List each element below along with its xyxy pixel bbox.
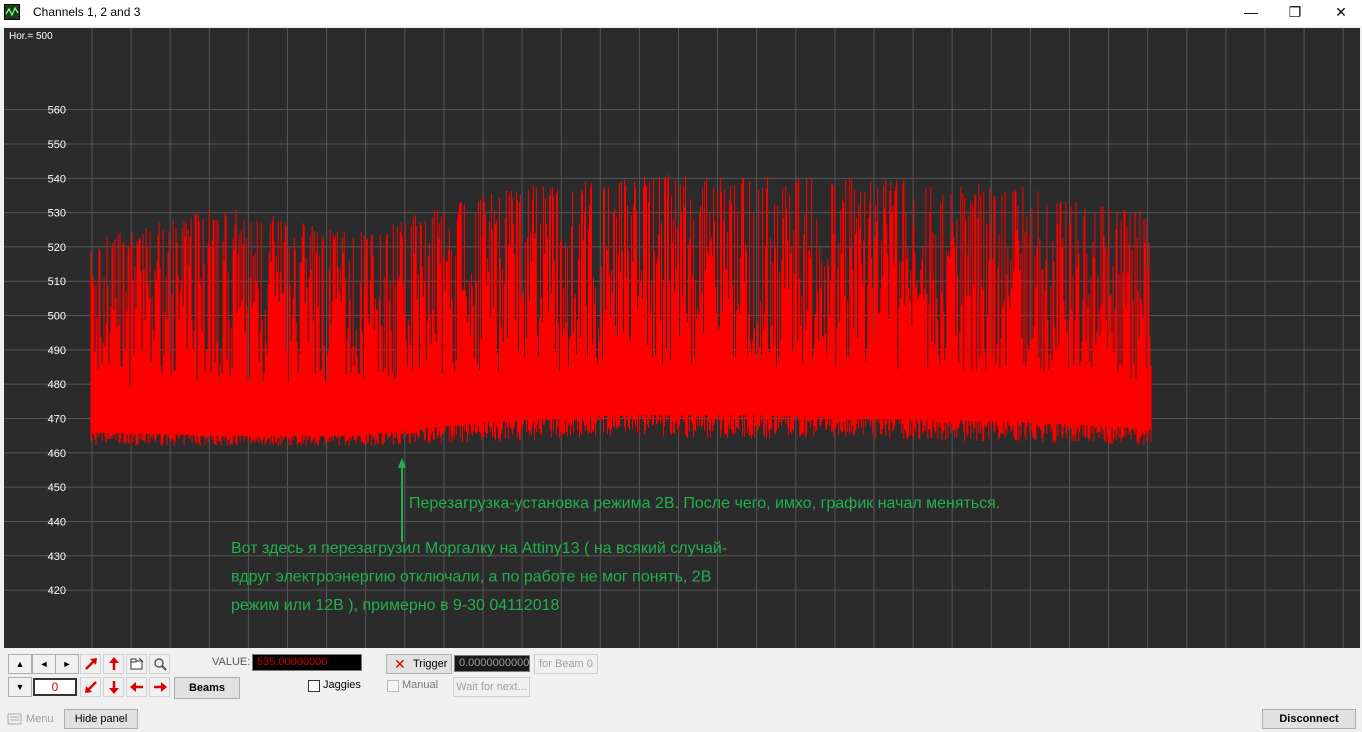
y-tick-label: 440	[48, 516, 66, 528]
zoom-icon[interactable]	[149, 654, 170, 674]
horizontal-scale-label: Hor.= 500	[9, 31, 53, 42]
for-beam-button[interactable]: for Beam 0	[534, 654, 598, 674]
maximize-button[interactable]: ❐	[1272, 0, 1318, 26]
jaggies-label: Jaggies	[323, 679, 361, 691]
trigger-value-field[interactable]: 0.0000000000	[454, 655, 530, 672]
wait-for-next-button[interactable]: Wait for next...	[453, 677, 530, 697]
manual-checkbox[interactable]	[387, 680, 399, 692]
scroll-up-button[interactable]: ▲	[8, 654, 32, 674]
arrow-right-icon[interactable]	[149, 677, 170, 697]
value-label: VALUE:	[212, 656, 251, 668]
scroll-left-button[interactable]: ◄	[32, 654, 56, 674]
menu-icon	[7, 713, 22, 725]
control-panel: ▲ ▼ ◄ ► 0 Beams VALUE: 535.00000000 Jagg…	[0, 650, 1362, 706]
value-field[interactable]: 535.00000000	[252, 654, 362, 671]
menu-label: Menu	[26, 713, 54, 725]
trigger-label: Trigger	[413, 658, 448, 670]
y-tick-label: 500	[48, 311, 66, 323]
scroll-down-button[interactable]: ▼	[8, 677, 32, 697]
app-icon	[4, 4, 20, 20]
y-tick-label: 510	[48, 276, 66, 288]
x-icon: ✕	[394, 656, 406, 672]
jaggies-checkbox[interactable]	[308, 680, 320, 692]
arrow-up-right-icon[interactable]	[80, 654, 101, 674]
arrow-up-icon[interactable]	[103, 654, 124, 674]
manual-label: Manual	[402, 679, 439, 691]
title-bar: Channels 1, 2 and 3 — ❐ ✕	[0, 0, 1362, 26]
plot-canvas: 560 550 540 530 520 510 500 490 480 470 460 450 440 4…	[4, 28, 1360, 648]
y-tick-label: 480	[48, 379, 66, 391]
beam-number-field[interactable]: 0	[33, 678, 77, 696]
annotation-text-reboot-line: вдруг электроэнергию отключали, а по раб…	[231, 569, 711, 586]
scroll-right-button[interactable]: ►	[55, 654, 79, 674]
arrow-down-icon[interactable]	[103, 677, 124, 697]
oscilloscope-plot[interactable]: 560 550 540 530 520 510 500 490 480 470 460 450 440 4…	[4, 28, 1360, 648]
annotation-text-reboot-line: Вот здесь я перезагрузил Моргалку на Att…	[231, 540, 727, 557]
arrow-left-icon[interactable]	[126, 677, 147, 697]
y-tick-label: 560	[48, 105, 66, 117]
close-button[interactable]: ✕	[1318, 0, 1362, 26]
annotation-text-reset: Перезагрузка-установка режима 2В. После …	[409, 495, 1000, 512]
y-tick-label: 550	[48, 139, 66, 151]
annotation-text-reboot-line: режим или 12В ), примерно в 9-30 0411201…	[231, 597, 559, 614]
y-tick-label: 460	[48, 448, 66, 460]
disconnect-button[interactable]: Disconnect	[1262, 709, 1356, 729]
status-bar: Menu Hide panel Disconnect	[0, 706, 1362, 732]
minimize-button[interactable]: —	[1228, 0, 1274, 26]
y-tick-label: 490	[48, 345, 66, 357]
y-tick-label: 540	[48, 173, 66, 185]
y-tick-label: 470	[48, 414, 66, 426]
trigger-button[interactable]: ✕ Trigger	[386, 654, 452, 674]
arrow-down-left-icon[interactable]	[80, 677, 101, 697]
y-tick-label: 530	[48, 208, 66, 220]
y-tick-label: 430	[48, 551, 66, 563]
y-tick-label: 520	[48, 242, 66, 254]
y-tick-label: 420	[48, 585, 66, 597]
y-tick-label: 450	[48, 482, 66, 494]
menu-button[interactable]: Menu	[4, 709, 58, 729]
hide-panel-button[interactable]: Hide panel	[64, 709, 138, 729]
beams-button[interactable]: Beams	[174, 677, 240, 699]
window-title: Channels 1, 2 and 3	[33, 5, 141, 19]
open-folder-icon[interactable]	[126, 654, 147, 674]
